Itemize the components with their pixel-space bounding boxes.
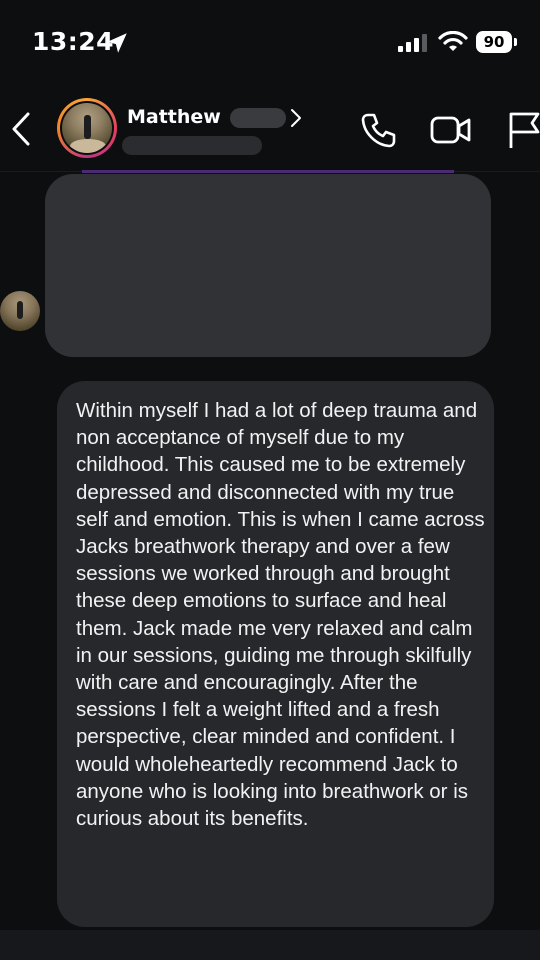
video-icon[interactable] xyxy=(430,112,472,148)
battery-icon: 90 xyxy=(476,31,520,53)
battery-level: 90 xyxy=(483,33,505,51)
redacted-username xyxy=(122,136,262,155)
message-text: Within myself I had a lot of deep trauma… xyxy=(76,399,485,831)
status-time: 13:24 xyxy=(32,27,115,56)
composer-bar xyxy=(0,930,540,960)
redacted-surname xyxy=(230,108,286,128)
flag-icon[interactable] xyxy=(506,110,540,150)
wifi-icon xyxy=(438,31,468,51)
back-icon[interactable] xyxy=(8,110,34,148)
avatar[interactable] xyxy=(57,98,117,158)
signal-icon xyxy=(398,34,427,52)
sender-avatar[interactable] xyxy=(0,291,40,331)
chevron-right-icon[interactable] xyxy=(289,108,303,128)
shared-post-edge xyxy=(82,170,454,173)
message-bubble[interactable]: Within myself I had a lot of deep trauma… xyxy=(57,381,494,927)
location-arrow-icon xyxy=(107,33,127,53)
phone-icon[interactable] xyxy=(358,110,398,150)
status-bar: 13:24 90 xyxy=(0,0,540,86)
redacted-message-bubble xyxy=(45,174,491,357)
chat-header: Matthew xyxy=(0,86,540,172)
contact-name[interactable]: Matthew xyxy=(127,106,221,128)
